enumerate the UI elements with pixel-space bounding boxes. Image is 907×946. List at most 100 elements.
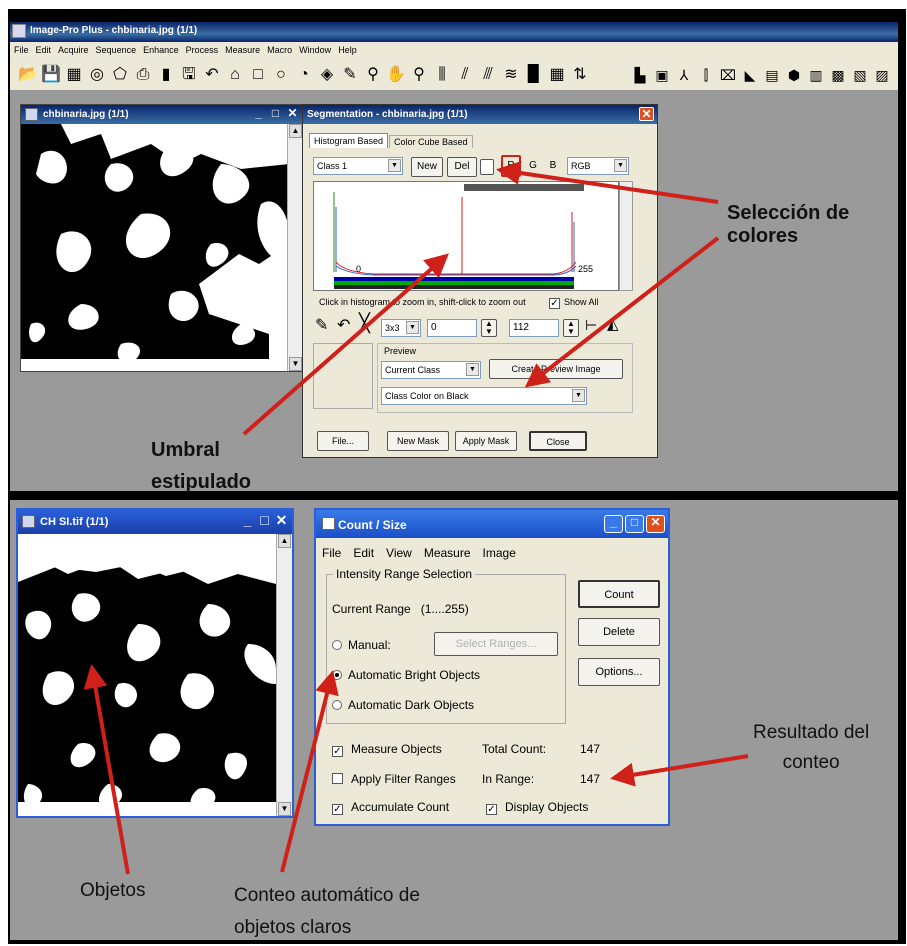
polygon-icon[interactable]: ⬠ xyxy=(110,65,130,85)
menu-item-sequence[interactable]: Sequence xyxy=(96,45,137,55)
close-button[interactable]: ✕ xyxy=(285,107,300,121)
count-menu-item-edit[interactable]: Edit xyxy=(353,546,374,560)
menu-item-window[interactable]: Window xyxy=(299,45,331,55)
preview-mode-select[interactable]: Current Class ▼ xyxy=(381,361,481,379)
tool-icon[interactable]: ▣ xyxy=(652,65,672,85)
new-class-button[interactable]: New xyxy=(411,157,443,177)
color-swatch-button[interactable] xyxy=(480,159,494,175)
tool-icon[interactable]: ⬢ xyxy=(784,65,804,85)
fit-icon[interactable]: ⊢ xyxy=(585,317,597,334)
histogram-scrollbar[interactable] xyxy=(619,181,633,291)
circle-icon[interactable]: ○ xyxy=(271,65,291,85)
save-icon[interactable]: 💾 xyxy=(41,65,61,85)
close-dialog-button[interactable]: Close xyxy=(529,431,587,451)
disk-icon[interactable]: 🖫 xyxy=(179,65,199,85)
count-menu-item-view[interactable]: View xyxy=(386,546,412,560)
profile-icon[interactable]: ⫽ xyxy=(455,65,475,85)
new-mask-button[interactable]: New Mask xyxy=(387,431,449,451)
radio-automatic-bright[interactable]: Automatic Bright Objects xyxy=(332,668,480,682)
bottom-image-scrollbar[interactable]: ▲ ▼ xyxy=(276,534,292,816)
show-all-checkbox[interactable]: ✓ Show All xyxy=(549,297,599,309)
menu-item-process[interactable]: Process xyxy=(186,45,219,55)
count-menu-item-file[interactable]: File xyxy=(322,546,341,560)
tool-icon[interactable]: ▨ xyxy=(872,65,892,85)
binary-image-top[interactable] xyxy=(21,124,287,371)
display-objects-checkbox[interactable]: ✓ Display Objects xyxy=(486,800,588,815)
cross-icon[interactable]: ╳ xyxy=(359,313,370,334)
radio-manual[interactable]: Manual: xyxy=(332,638,391,652)
new-aoi-icon[interactable]: ⌂ xyxy=(225,65,245,85)
print-icon[interactable]: ⎙ xyxy=(133,65,153,85)
open-icon[interactable]: 📂 xyxy=(18,65,38,85)
shape-icon[interactable]: ◔ xyxy=(294,65,314,85)
paint-icon[interactable]: ▮ xyxy=(156,65,176,85)
apply-mask-button[interactable]: Apply Mask xyxy=(455,431,517,451)
minimize-button[interactable]: _ xyxy=(604,515,623,533)
count-menu-item-measure[interactable]: Measure xyxy=(424,546,471,560)
scroll-up-button[interactable]: ▲ xyxy=(278,534,291,548)
count-button[interactable]: Count xyxy=(578,580,660,608)
high-threshold-field[interactable]: 112 xyxy=(509,319,559,337)
undo-icon[interactable]: ↶ xyxy=(202,65,222,85)
create-preview-button[interactable]: Create Preview Image xyxy=(489,359,623,379)
close-button[interactable]: ✕ xyxy=(274,513,289,528)
count-icon[interactable]: ≋ xyxy=(501,65,521,85)
rect-icon[interactable]: □ xyxy=(248,65,268,85)
channel-b-button[interactable]: B xyxy=(545,157,561,177)
grid-icon[interactable]: ▦ xyxy=(64,65,84,85)
eye-icon[interactable]: ◎ xyxy=(87,65,107,85)
low-threshold-field[interactable]: 0 xyxy=(427,319,477,337)
measure-icon[interactable]: ▦ xyxy=(547,65,567,85)
menu-item-enhance[interactable]: Enhance xyxy=(143,45,179,55)
low-threshold-spinner[interactable]: ▲ ▼ xyxy=(481,319,497,337)
tool-icon[interactable]: ▩ xyxy=(828,65,848,85)
delete-button[interactable]: Delete xyxy=(578,618,660,646)
scroll-down-button[interactable]: ▼ xyxy=(278,802,291,816)
menu-item-help[interactable]: Help xyxy=(338,45,357,55)
close-button[interactable]: ✕ xyxy=(646,515,665,533)
maximize-button[interactable]: □ xyxy=(257,513,272,528)
channel-g-button[interactable]: G xyxy=(525,157,541,177)
kernel-select[interactable]: 3x3 ▼ xyxy=(381,319,421,337)
preview-color-select[interactable]: Class Color on Black ▼ xyxy=(381,387,587,405)
high-threshold-spinner[interactable]: ▲ ▼ xyxy=(563,319,579,337)
map-icon[interactable]: ⇅ xyxy=(570,65,590,85)
tool-icon[interactable]: ▤ xyxy=(762,65,782,85)
histogram-plot[interactable]: 0 255 xyxy=(313,181,619,291)
class-select[interactable]: Class 1 ▼ xyxy=(313,157,403,175)
count-menu-item-image[interactable]: Image xyxy=(483,546,516,560)
binary-image-bottom[interactable] xyxy=(18,534,276,816)
histogram-icon[interactable]: ⫼ xyxy=(432,65,452,85)
measure-objects-checkbox[interactable]: ✓ Measure Objects xyxy=(332,742,442,757)
menu-item-measure[interactable]: Measure xyxy=(225,45,260,55)
tool-icon[interactable]: ⅄ xyxy=(674,65,694,85)
menu-item-edit[interactable]: Edit xyxy=(36,45,52,55)
tool-icon[interactable]: ⫿ xyxy=(696,65,716,85)
chart-icon[interactable]: ▉ xyxy=(524,65,544,85)
segmentation-close-button[interactable]: ✕ xyxy=(639,107,654,121)
zoomout-icon[interactable]: ⚲ xyxy=(409,65,429,85)
segment-icon[interactable]: ⫻ xyxy=(478,65,498,85)
tool-icon[interactable]: ◣ xyxy=(740,65,760,85)
menu-item-file[interactable]: File xyxy=(14,45,29,55)
undo-icon[interactable]: ↶ xyxy=(337,315,350,335)
tab-histogram-based[interactable]: Histogram Based xyxy=(309,133,389,148)
maximize-button[interactable]: □ xyxy=(625,515,644,533)
del-class-button[interactable]: Del xyxy=(447,157,477,177)
pen-icon[interactable]: ✎ xyxy=(340,65,360,85)
scroll-up-button[interactable]: ▲ xyxy=(289,124,302,138)
tool-icon[interactable]: ▙ xyxy=(630,65,650,85)
maximize-button[interactable]: □ xyxy=(268,107,283,121)
zoom-icon[interactable]: ⚲ xyxy=(363,65,383,85)
accumulate-count-checkbox[interactable]: ✓ Accumulate Count xyxy=(332,800,449,815)
channel-r-button[interactable]: R xyxy=(501,155,521,177)
minimize-button[interactable]: _ xyxy=(240,513,255,528)
scroll-down-button[interactable]: ▼ xyxy=(289,357,302,371)
file-button[interactable]: File... xyxy=(317,431,369,451)
minimize-button[interactable]: _ xyxy=(251,107,266,121)
radio-automatic-dark[interactable]: Automatic Dark Objects xyxy=(332,698,474,712)
select-ranges-button[interactable]: Select Ranges... xyxy=(434,632,558,656)
menu-item-macro[interactable]: Macro xyxy=(267,45,292,55)
tool-icon[interactable]: ⌧ xyxy=(718,65,738,85)
tab-color-cube-based[interactable]: Color Cube Based xyxy=(389,135,473,148)
